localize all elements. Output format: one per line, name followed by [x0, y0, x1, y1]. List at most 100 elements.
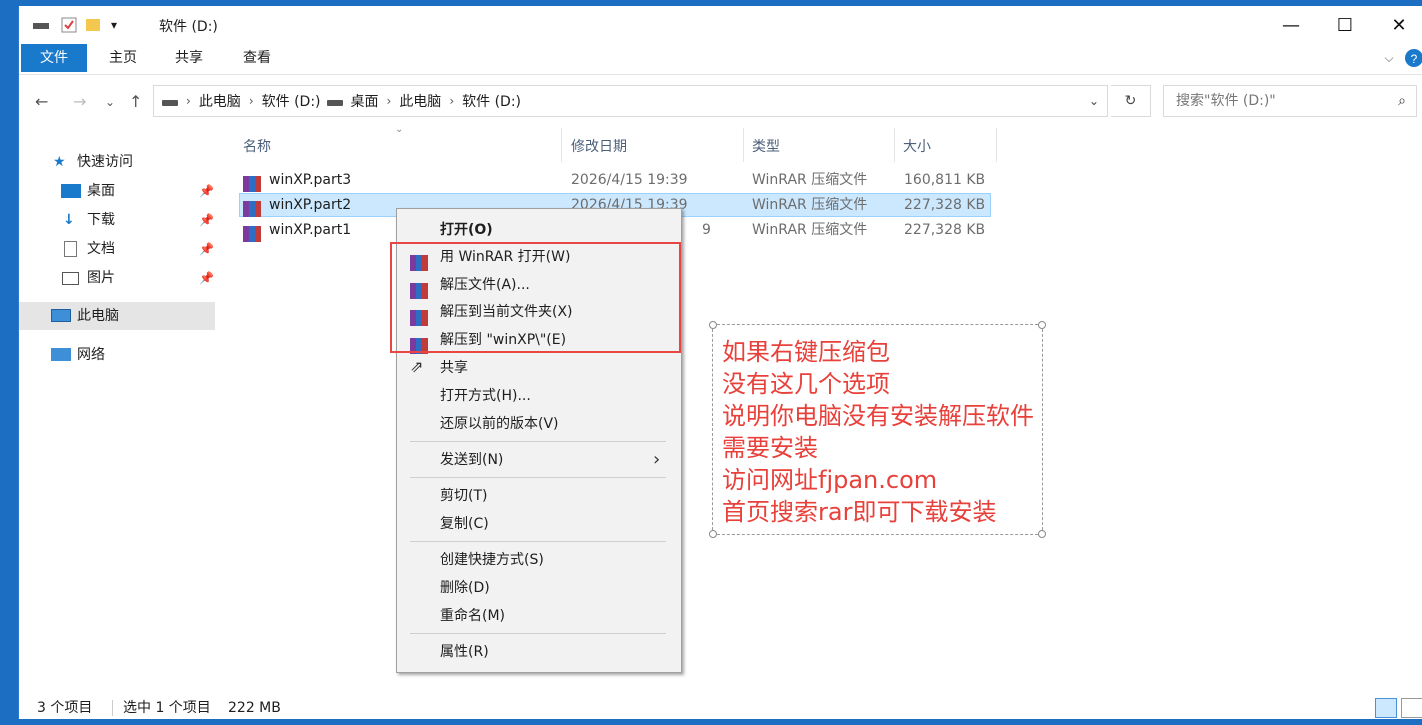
menu-item-copy[interactable]: 复制(C) [397, 510, 681, 538]
sidebar-item-label: 文档 [87, 241, 115, 257]
column-header-name[interactable]: 名称 [243, 134, 271, 160]
sidebar-item-this-pc[interactable]: 此电脑 [19, 302, 215, 330]
file-type: WinRAR 压缩文件 [752, 197, 868, 213]
table-row[interactable]: winXP.part3 2026/4/15 19:39 WinRAR 压缩文件 … [239, 168, 991, 192]
pin-icon[interactable]: 📌 [199, 264, 214, 292]
breadcrumb-item[interactable]: 桌面 [351, 91, 379, 111]
annotation-line: 没有这几个选项 [722, 370, 890, 398]
annotation-text: 如果右键压缩包 没有这几个选项 说明你电脑没有安装解压软件 需要安装 访问网址f… [722, 336, 1034, 528]
menu-item-label: 打开(O) [440, 222, 493, 238]
minimize-button[interactable]: — [1268, 12, 1314, 40]
breadcrumb-item[interactable]: 软件 (D:) [462, 91, 521, 111]
highlight-box [390, 242, 681, 353]
close-button[interactable]: ✕ [1376, 12, 1422, 40]
submenu-arrow-icon: › [653, 449, 661, 470]
large-icons-view-button[interactable] [1401, 698, 1422, 718]
sidebar-item-label: 快速访问 [77, 154, 133, 170]
column-header-type[interactable]: 类型 [752, 134, 780, 160]
tab-home[interactable]: 主页 [103, 44, 143, 72]
resize-handle[interactable] [1038, 321, 1046, 329]
up-button[interactable]: ↑ [129, 92, 142, 111]
menu-item-label: 剪切(T) [440, 488, 488, 504]
breadcrumb-item[interactable]: 此电脑 [199, 91, 241, 111]
menu-separator [410, 541, 666, 542]
recent-locations-icon[interactable]: ⌄ [105, 95, 115, 109]
menu-item-label: 属性(R) [440, 644, 489, 660]
forward-button[interactable]: → [73, 92, 86, 111]
annotation-line: 需要安装 [722, 434, 818, 462]
tab-share[interactable]: 共享 [169, 44, 209, 72]
resize-handle[interactable] [709, 530, 717, 538]
search-placeholder: 搜索"软件 (D:)" [1176, 93, 1276, 109]
star-icon: ★ [53, 154, 66, 170]
search-input[interactable]: 搜索"软件 (D:)" ⌕ [1163, 85, 1417, 117]
menu-item-open-with[interactable]: 打开方式(H)... [397, 382, 681, 410]
picture-icon [62, 272, 79, 285]
file-size: 227,328 KB [904, 197, 986, 213]
breadcrumb-item[interactable]: 此电脑 [399, 91, 441, 111]
file-date: 9 [702, 222, 711, 238]
sidebar-item-downloads[interactable]: ↓ 下载 📌 [19, 206, 215, 234]
details-view-button[interactable] [1375, 698, 1397, 718]
menu-item-share[interactable]: ⇗ 共享 [397, 354, 681, 382]
pin-icon[interactable]: 📌 [199, 177, 214, 205]
winrar-archive-icon [243, 197, 261, 217]
title-bar: ▾ 软件 (D:) — ☐ ✕ [19, 6, 1422, 44]
column-header-size[interactable]: 大小 [903, 134, 931, 160]
properties-icon[interactable] [61, 16, 77, 34]
breadcrumb-item[interactable]: 软件 (D:) [262, 91, 321, 111]
maximize-button[interactable]: ☐ [1322, 12, 1368, 40]
sidebar-item-label: 图片 [87, 270, 115, 286]
menu-separator [410, 633, 666, 634]
address-dropdown-icon[interactable]: ⌄ [1089, 94, 1099, 108]
menu-item-label: 重命名(M) [440, 608, 506, 624]
sidebar-item-documents[interactable]: 文档 📌 [19, 235, 215, 263]
file-type: WinRAR 压缩文件 [752, 222, 868, 238]
computer-icon [51, 309, 71, 322]
column-divider[interactable] [561, 128, 562, 162]
sidebar-item-desktop[interactable]: 桌面 📌 [19, 177, 215, 205]
column-divider[interactable] [996, 128, 997, 162]
menu-item-delete[interactable]: 删除(D) [397, 574, 681, 602]
column-header-date[interactable]: 修改日期 [571, 134, 627, 160]
pin-icon[interactable]: 📌 [199, 206, 214, 234]
file-type: WinRAR 压缩文件 [752, 172, 868, 188]
menu-item-label: 发送到(N) [440, 452, 504, 468]
menu-item-open[interactable]: 打开(O) [397, 216, 681, 244]
menu-item-label: 复制(C) [440, 516, 489, 532]
sidebar-item-label: 下载 [87, 212, 115, 228]
annotation-line: 访问网址fjpan.com [722, 466, 938, 494]
resize-handle[interactable] [709, 321, 717, 329]
menu-item-restore-versions[interactable]: 还原以前的版本(V) [397, 410, 681, 438]
menu-item-properties[interactable]: 属性(R) [397, 638, 681, 666]
file-size: 227,328 KB [904, 222, 986, 238]
back-button[interactable]: ← [35, 92, 48, 111]
expand-ribbon-icon[interactable]: ⌵ [1381, 44, 1397, 72]
new-folder-icon[interactable] [85, 16, 101, 34]
annotation-line: 首页搜索rar即可下载安装 [722, 498, 997, 526]
refresh-button[interactable]: ↻ [1111, 85, 1151, 117]
column-divider[interactable] [743, 128, 744, 162]
drive-icon [162, 100, 178, 106]
sidebar-item-network[interactable]: 网络 [19, 341, 215, 369]
address-bar[interactable]: › 此电脑 › 软件 (D:) 桌面 › 此电脑 › 软件 (D:) ⌄ [153, 85, 1108, 117]
menu-item-label: 共享 [440, 360, 468, 376]
menu-item-send-to[interactable]: 发送到(N) › [397, 446, 681, 474]
column-divider[interactable] [894, 128, 895, 162]
menu-item-create-shortcut[interactable]: 创建快捷方式(S) [397, 546, 681, 574]
file-size: 160,811 KB [904, 172, 986, 188]
resize-handle[interactable] [1038, 530, 1046, 538]
menu-item-rename[interactable]: 重命名(M) [397, 602, 681, 630]
pin-icon[interactable]: 📌 [199, 235, 214, 263]
menu-item-cut[interactable]: 剪切(T) [397, 482, 681, 510]
customize-toolbar-icon[interactable]: ▾ [111, 16, 117, 34]
tab-file[interactable]: 文件 [21, 44, 87, 72]
drive-icon [326, 100, 343, 106]
help-icon[interactable]: ? [1405, 44, 1422, 72]
drive-icon [33, 16, 49, 34]
share-icon: ⇗ [410, 357, 424, 376]
tab-view[interactable]: 查看 [237, 44, 277, 72]
sidebar-item-quick-access[interactable]: ★ 快速访问 [19, 148, 215, 176]
sidebar-item-pictures[interactable]: 图片 📌 [19, 264, 215, 292]
file-date: 2026/4/15 19:39 [571, 172, 688, 188]
